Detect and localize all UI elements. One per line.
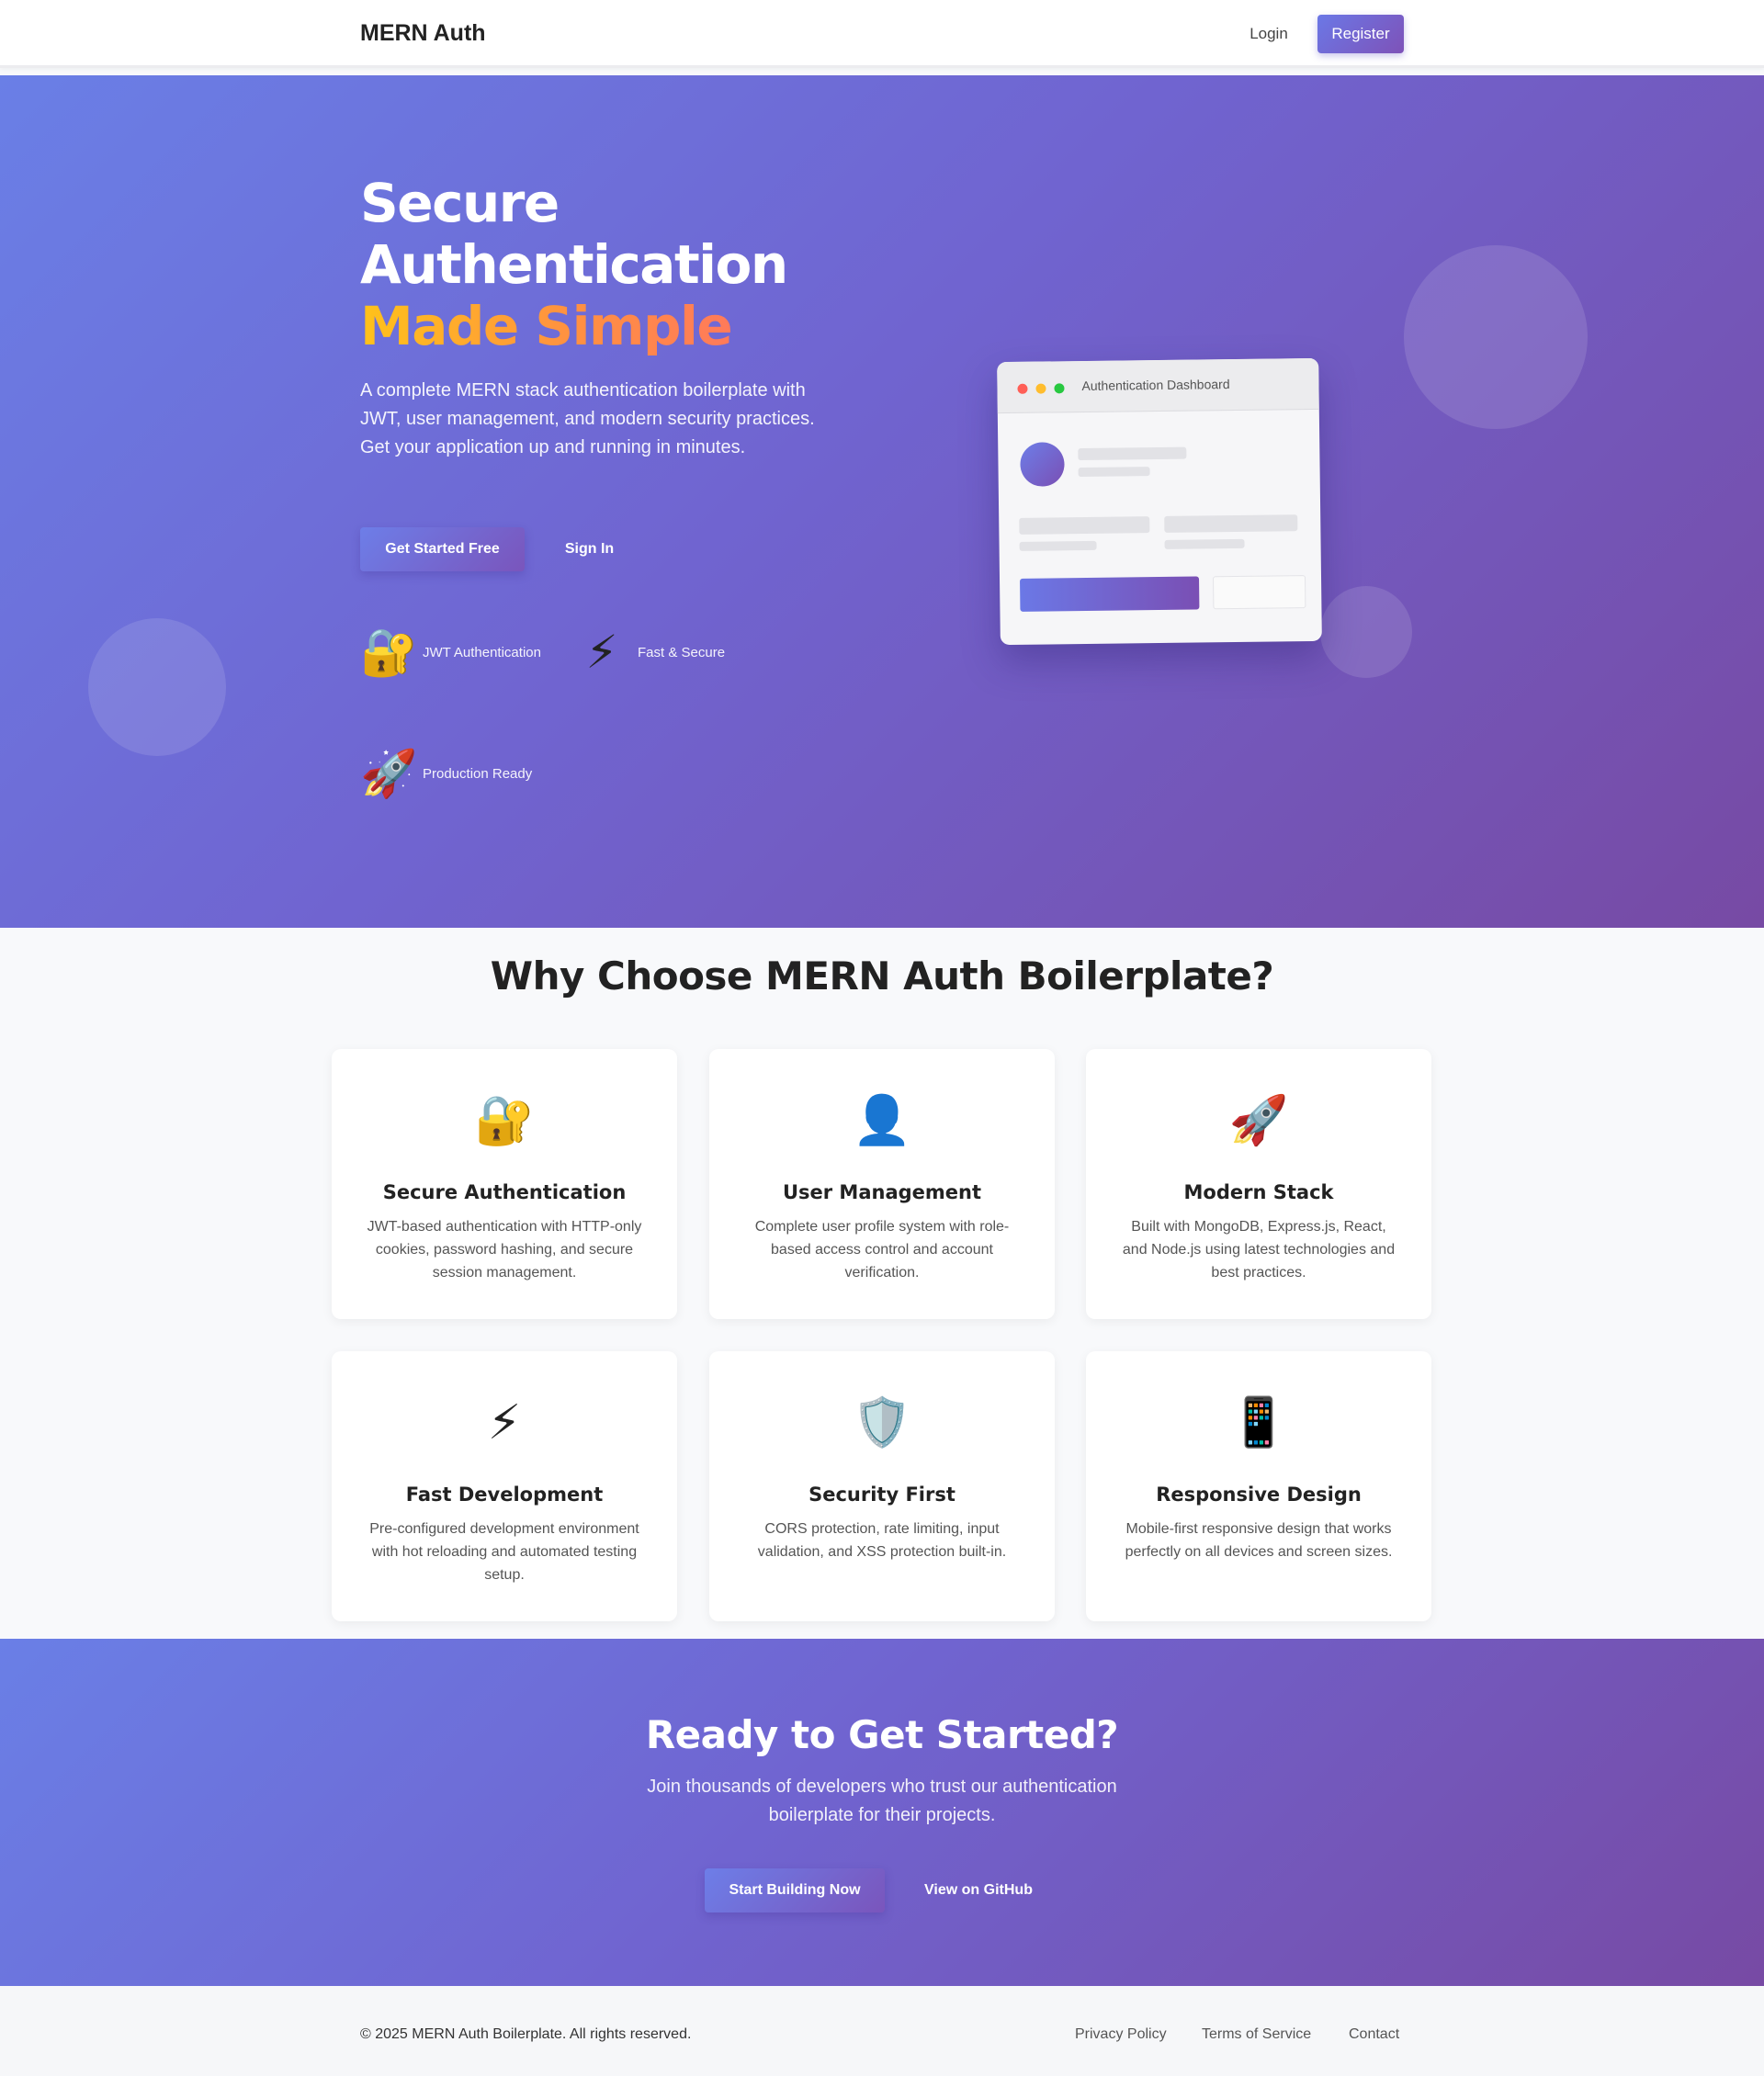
- hero-feature-production: 🚀 Production Ready: [360, 746, 532, 801]
- hero-title: Secure Authentication Made Simple: [360, 173, 838, 357]
- rocket-icon: 🚀: [360, 748, 418, 799]
- footer: © 2025 MERN Auth Boilerplate. All rights…: [0, 1986, 1764, 2076]
- terms-of-service-link[interactable]: Terms of Service: [1202, 2026, 1311, 2043]
- sign-in-button[interactable]: Sign In: [551, 527, 628, 571]
- contact-link[interactable]: Contact: [1349, 2026, 1399, 2043]
- lock-key-icon: 🔐: [360, 626, 418, 678]
- lock-key-icon: 🔐: [474, 1094, 535, 1147]
- feature-card-secure-authentication: 🔐 Secure Authentication JWT-based authen…: [332, 1049, 677, 1319]
- feature-card-title: Fast Development: [405, 1484, 604, 1506]
- privacy-policy-link[interactable]: Privacy Policy: [1075, 2026, 1167, 2043]
- feature-card-user-management: 👤 User Management Complete user profile …: [709, 1049, 1055, 1319]
- register-button[interactable]: Register: [1317, 15, 1404, 53]
- feature-card-description: Pre-configured development environment w…: [369, 1521, 639, 1583]
- features-section-title: Why Choose MERN Auth Boilerplate?: [490, 953, 1274, 999]
- feature-card-title: Security First: [808, 1484, 956, 1506]
- window-close-dot: [1017, 383, 1028, 394]
- skeleton-line: [1078, 467, 1150, 478]
- feature-card-description: Built with MongoDB, Express.js, React, a…: [1122, 1219, 1396, 1281]
- login-link[interactable]: Login: [1233, 20, 1305, 48]
- feature-card-fast-development: ⚡ Fast Development Pre-configured develo…: [332, 1351, 677, 1621]
- get-started-button[interactable]: Get Started Free: [360, 527, 525, 571]
- mobile-phone-icon: 📱: [1228, 1396, 1289, 1450]
- view-github-button[interactable]: View on GitHub: [910, 1868, 1047, 1912]
- feature-card-modern-stack: 🚀 Modern Stack Built with MongoDB, Expre…: [1086, 1049, 1431, 1319]
- hero-feature-jwt: 🔐 JWT Authentication: [360, 625, 541, 680]
- feature-card-responsive-design: 📱 Responsive Design Mobile-first respons…: [1086, 1351, 1431, 1621]
- feature-card-security-first: 🛡️ Security First CORS protection, rate …: [709, 1351, 1055, 1621]
- lightning-icon: ⚡: [487, 1396, 522, 1450]
- hero-feature-fast: ⚡ Fast & Secure: [575, 625, 725, 680]
- brand-logo[interactable]: MERN Auth: [360, 20, 486, 47]
- feature-card-description: Complete user profile system with role-b…: [754, 1219, 1010, 1281]
- hero-title-line1: Secure: [360, 172, 560, 234]
- shield-icon: 🛡️: [852, 1396, 912, 1450]
- hero-feature-label: JWT Authentication: [423, 644, 541, 660]
- rocket-icon: 🚀: [1228, 1094, 1289, 1147]
- feature-card-title: User Management: [782, 1181, 982, 1203]
- navbar: MERN Auth Login Register: [0, 0, 1764, 68]
- skeleton-primary-button: [1020, 576, 1200, 612]
- avatar: [1020, 442, 1065, 487]
- copyright-text: © 2025 MERN Auth Boilerplate. All rights…: [360, 2026, 692, 2042]
- decorative-circle: [88, 618, 226, 756]
- hero-feature-label: Fast & Secure: [638, 644, 726, 660]
- cta-section: Ready to Get Started? Join thousands of …: [0, 1639, 1764, 1986]
- decorative-circle: [1320, 586, 1412, 678]
- hero-section: Secure Authentication Made Simple A comp…: [0, 75, 1764, 928]
- feature-card-title: Secure Authentication: [382, 1181, 627, 1203]
- start-building-button[interactable]: Start Building Now: [705, 1868, 885, 1912]
- window-maximize-dot: [1054, 383, 1065, 394]
- skeleton-line: [1078, 446, 1187, 461]
- user-icon: 👤: [852, 1094, 912, 1147]
- skeleton-block: [1019, 516, 1150, 535]
- feature-card-description: JWT-based authentication with HTTP-only …: [367, 1219, 642, 1281]
- lightning-icon: ⚡: [585, 626, 618, 678]
- hero-description: A complete MERN stack authentication boi…: [360, 380, 815, 457]
- dashboard-titlebar: Authentication Dashboard: [997, 357, 1319, 414]
- skeleton-secondary-button: [1212, 575, 1306, 610]
- hero-title-line2: Authentication: [360, 233, 788, 296]
- dashboard-preview: Authentication Dashboard: [997, 357, 1322, 646]
- feature-card-title: Responsive Design: [1156, 1484, 1362, 1506]
- hero-feature-label: Production Ready: [423, 765, 533, 782]
- decorative-circle: [1404, 245, 1588, 429]
- skeleton-line: [1164, 538, 1245, 549]
- feature-card-description: Mobile-first responsive design that work…: [1125, 1521, 1393, 1560]
- dashboard-title: Authentication Dashboard: [1081, 377, 1230, 394]
- feature-card-title: Modern Stack: [1183, 1181, 1334, 1203]
- skeleton-line: [1019, 540, 1097, 551]
- window-minimize-dot: [1035, 383, 1046, 394]
- cta-title: Ready to Get Started?: [645, 1712, 1119, 1757]
- skeleton-block: [1164, 514, 1298, 533]
- feature-card-description: CORS protection, rate limiting, input va…: [757, 1521, 1007, 1560]
- cta-description: Join thousands of developers who trust o…: [647, 1777, 1117, 1825]
- hero-title-accent: Made Simple: [360, 295, 733, 357]
